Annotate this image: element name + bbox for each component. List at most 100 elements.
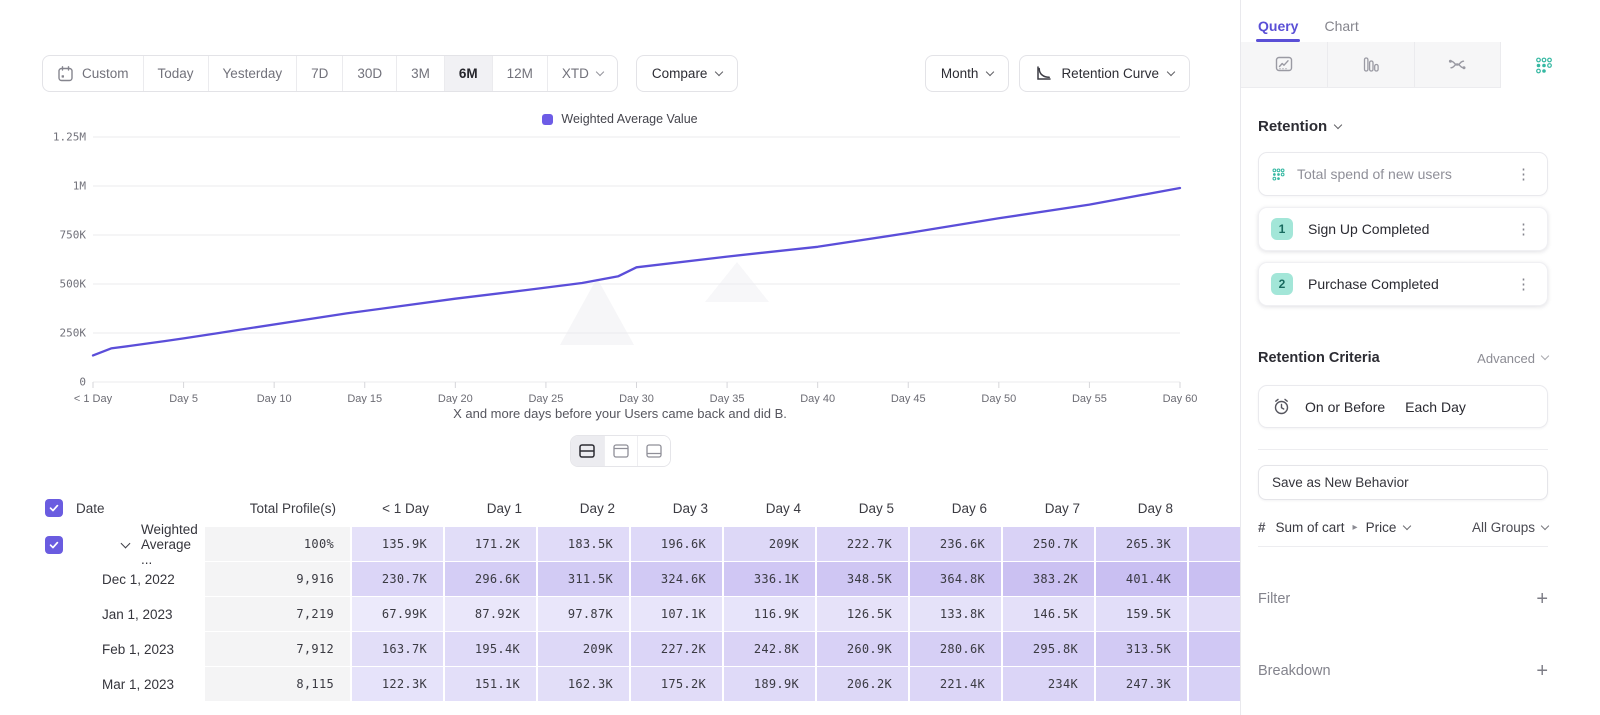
retention-cell[interactable]: 183.5K [538,527,631,562]
retention-icon [1534,56,1554,75]
table-view-button[interactable] [637,436,670,466]
range-12m[interactable]: 12M [492,56,547,91]
tab-insights[interactable] [1241,42,1327,88]
retention-cell[interactable]: 159.5K [1096,597,1189,632]
add-breakdown-button[interactable]: + [1536,661,1548,681]
advanced-dropdown[interactable]: Advanced [1477,351,1548,366]
retention-cell[interactable]: 171.2K [445,527,538,562]
retention-cell[interactable]: 280.6K [910,632,1003,667]
retention-cell[interactable]: 336.1K [724,562,817,597]
retention-cell[interactable]: 206.2K [817,667,910,702]
compare-button[interactable]: Compare [636,55,739,92]
table-row-label[interactable]: Weighted Average ... [0,527,205,562]
retention-cell[interactable]: 146.5K [1003,597,1096,632]
report-section-dropdown[interactable]: Retention [1258,118,1548,135]
range-3m[interactable]: 3M [396,56,444,91]
retention-cell[interactable]: 196.6K [631,527,724,562]
tab-retention[interactable] [1500,42,1587,88]
retention-cell[interactable]: 97.87K [538,597,631,632]
retention-cell[interactable]: 195.4K [445,632,538,667]
tab-funnels[interactable] [1327,42,1414,88]
save-as-new-behavior-button[interactable]: Save as New Behavior [1258,465,1548,500]
retention-cell[interactable]: 401.4K [1096,562,1189,597]
alarm-clock-icon [1272,397,1291,416]
retention-chart[interactable]: 0250K500K750K1M1.25M< 1 DayDay 5Day 10Da… [0,132,1240,404]
retention-cell[interactable]: 151.1K [445,667,538,702]
retention-cell[interactable]: 311.5K [538,562,631,597]
chart-legend[interactable]: Weighted Average Value [0,112,1240,126]
range-yesterday[interactable]: Yesterday [208,56,297,91]
retention-cell[interactable]: 247.3K [1096,667,1189,702]
tab-chart[interactable]: Chart [1324,18,1358,42]
breakdown-label: Breakdown [1258,663,1331,679]
range-6m[interactable]: 6M [444,56,492,91]
retention-cell[interactable]: 383.2K [1003,562,1096,597]
step-card[interactable]: 2Purchase Completed⋮ [1258,262,1548,306]
groups-dropdown[interactable]: All Groups [1472,520,1548,535]
split-view-button[interactable] [571,436,604,466]
kebab-menu-icon[interactable]: ⋮ [1512,275,1535,294]
table-header-cell: Day 5 [817,489,910,527]
add-filter-button[interactable]: + [1536,589,1548,609]
range-today[interactable]: Today [143,56,208,91]
granularity-button[interactable]: Month [925,55,1010,92]
retention-cell[interactable]: 227.2K [631,632,724,667]
tab-flows[interactable] [1414,42,1501,88]
kebab-menu-icon[interactable]: ⋮ [1512,165,1535,184]
retention-cell[interactable]: 163.7K [352,632,445,667]
retention-cell[interactable]: 116.9K [724,597,817,632]
range-7d[interactable]: 7D [296,56,342,91]
retention-cell[interactable]: 107.1K [631,597,724,632]
kebab-menu-icon[interactable]: ⋮ [1512,220,1535,239]
retention-cell[interactable]: 209K [538,632,631,667]
caret-right-icon: ▸ [1353,522,1358,533]
retention-cell[interactable]: 175.2K [631,667,724,702]
retention-cell[interactable]: 250.7K [1003,527,1096,562]
select-all-checkbox[interactable] [45,499,63,517]
retention-cell[interactable]: 364.8K [910,562,1003,597]
table-row-label[interactable]: Mar 1, 2023 [0,667,205,702]
criteria-timing-dropdown[interactable]: On or Before [1305,399,1385,415]
retention-cell[interactable]: 242.8K [724,632,817,667]
flows-icon [1447,55,1467,74]
retention-cell[interactable]: 295.8K [1003,632,1096,667]
chart-view-button[interactable] [604,436,637,466]
row-checkbox[interactable] [45,536,63,554]
retention-cell[interactable]: 162.3K [538,667,631,702]
retention-cell[interactable]: 221.4K [910,667,1003,702]
range-30d[interactable]: 30D [342,56,396,91]
table-row-label[interactable]: Feb 1, 2023 [0,632,205,667]
retention-cell[interactable]: 260.9K [817,632,910,667]
retention-cell[interactable]: 296.6K [445,562,538,597]
retention-cell[interactable]: 324.6K [631,562,724,597]
retention-cell[interactable]: 135.9K [352,527,445,562]
retention-cell[interactable]: 236.6K [910,527,1003,562]
retention-cell[interactable]: 348.5K [817,562,910,597]
retention-cell[interactable]: 133.8K [910,597,1003,632]
measure-dropdown[interactable]: Sum of cart ▸ Price [1276,520,1411,535]
retention-cell[interactable]: 87.92K [445,597,538,632]
retention-cell[interactable]: 222.7K [817,527,910,562]
range-custom[interactable]: Custom [43,56,143,91]
retention-cell[interactable]: 122.3K [352,667,445,702]
table-row-label[interactable]: Jan 1, 2023 [0,597,205,632]
retention-cell[interactable]: 189.9K [724,667,817,702]
retention-cell[interactable]: 234K [1003,667,1096,702]
retention-cell[interactable]: 313.5K [1096,632,1189,667]
chevron-down-icon [1541,521,1549,529]
retention-cell[interactable]: 230.7K [352,562,445,597]
retention-cell[interactable]: 209K [724,527,817,562]
range-xtd[interactable]: XTD [547,56,617,91]
range-label: Today [158,66,194,81]
chevron-down-icon[interactable] [121,538,131,548]
step-card[interactable]: 1Sign Up Completed⋮ [1258,207,1548,251]
table-row-label[interactable]: Dec 1, 2022 [0,562,205,597]
watermark-triangle [705,262,769,302]
retention-cell[interactable]: 126.5K [817,597,910,632]
retention-cell[interactable]: 67.99K [352,597,445,632]
behavior-card[interactable]: Total spend of new users ⋮ [1258,152,1548,196]
retention-cell[interactable]: 265.3K [1096,527,1189,562]
criteria-frequency-dropdown[interactable]: Each Day [1405,399,1466,415]
tab-query[interactable]: Query [1258,18,1298,42]
chart-type-button[interactable]: Retention Curve [1019,55,1190,92]
